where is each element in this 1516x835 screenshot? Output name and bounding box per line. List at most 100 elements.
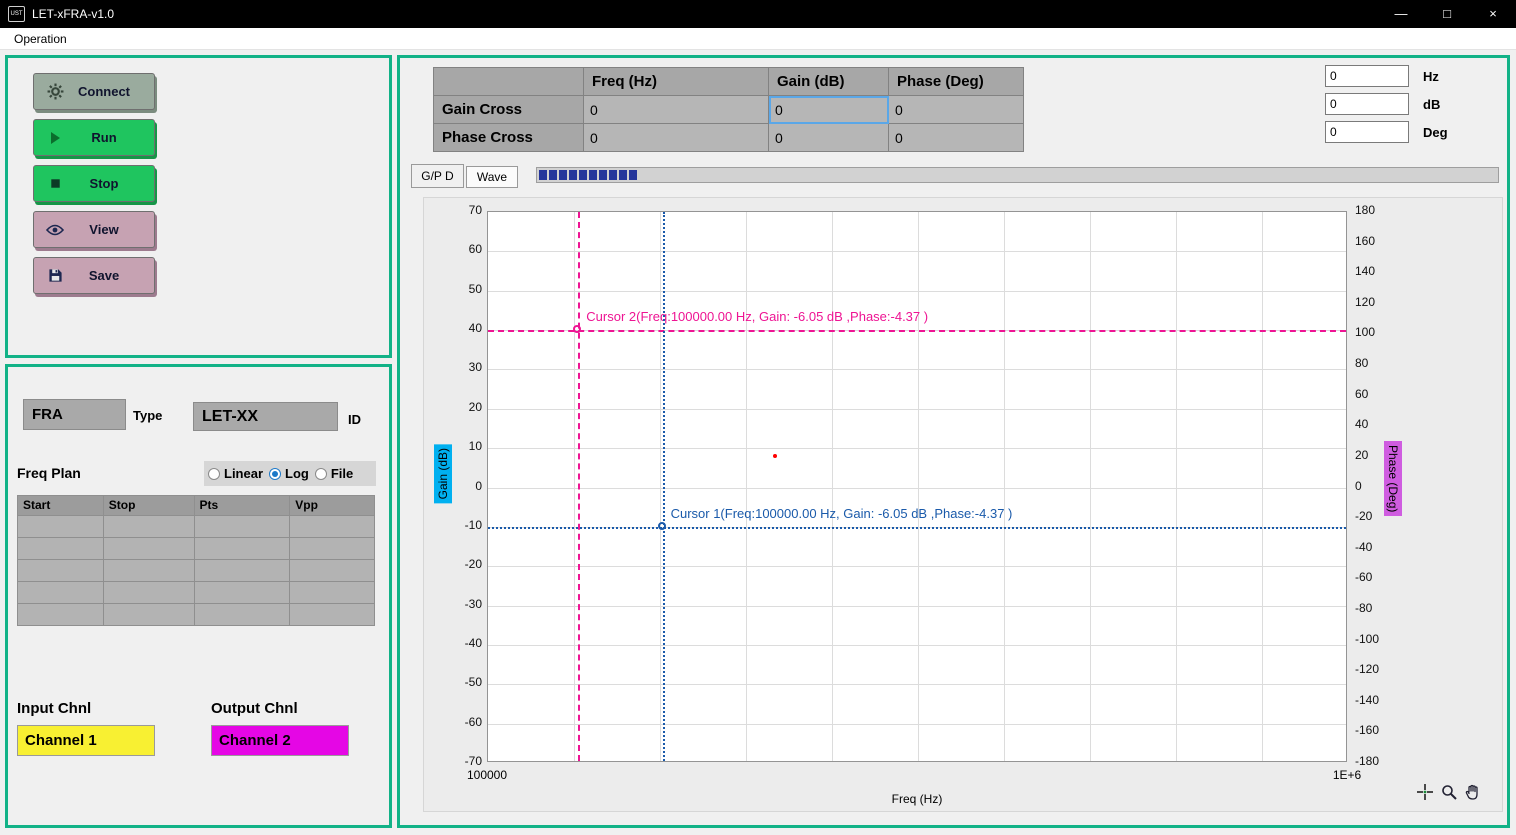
freq-plan-cell[interactable]	[195, 604, 291, 626]
plot-area[interactable]: Cursor 2(Freq:100000.00 Hz, Gain: -6.05 …	[487, 211, 1347, 762]
gridline-horizontal	[488, 684, 1346, 685]
minimize-button[interactable]: —	[1378, 0, 1424, 28]
freq-plan-table[interactable]: StartStopPtsVpp	[17, 495, 375, 626]
input-channel-selector[interactable]: Channel 1	[17, 725, 155, 756]
type-label: Type	[133, 408, 162, 423]
radio-file-label: File	[331, 466, 353, 481]
freq-plan-cell[interactable]	[195, 516, 291, 538]
run-button[interactable]: Run	[33, 119, 155, 156]
cursor-2-hline[interactable]	[488, 330, 1346, 332]
freq-plan-cell[interactable]	[195, 582, 291, 604]
freq-plan-cell[interactable]	[195, 560, 291, 582]
phase-tick-label: 60	[1355, 387, 1399, 401]
crosshair-tool-icon[interactable]	[1417, 784, 1433, 800]
maximize-button[interactable]: □	[1424, 0, 1470, 28]
cursor-2-vline[interactable]	[578, 212, 580, 761]
gain-tick-label: 10	[438, 439, 482, 453]
device-type-field[interactable]: FRA	[23, 399, 126, 430]
freq-plan-header-vpp: Vpp	[290, 496, 375, 516]
freq-plan-cell[interactable]	[290, 604, 375, 626]
view-label: View	[72, 222, 136, 237]
freq-mode-radios: Linear Log File	[204, 461, 376, 486]
freq-delta-input[interactable]: 0	[1325, 65, 1409, 87]
progress-segment	[609, 170, 617, 180]
phase-tick-label: 120	[1355, 295, 1399, 309]
freq-plan-cell[interactable]	[104, 538, 195, 560]
connect-label: Connect	[72, 84, 136, 99]
phase-cross-label: Phase Cross	[434, 124, 584, 152]
close-button[interactable]: ×	[1470, 0, 1516, 28]
progress-segment	[619, 170, 627, 180]
phase-cross-gain[interactable]: 0	[769, 124, 889, 152]
phase-cross-phase[interactable]: 0	[889, 124, 1024, 152]
phase-delta-unit: Deg	[1423, 125, 1448, 140]
gain-tick-label: 30	[438, 360, 482, 374]
gain-cross-phase[interactable]: 0	[889, 96, 1024, 124]
freq-plan-cell[interactable]	[18, 538, 104, 560]
freq-plan-cell[interactable]	[195, 538, 291, 560]
menu-bar: Operation	[0, 28, 1516, 50]
radio-linear[interactable]	[208, 468, 220, 480]
freq-plan-cell[interactable]	[104, 604, 195, 626]
freq-plan-cell[interactable]	[290, 516, 375, 538]
gain-cross-gain[interactable]: 0	[769, 96, 889, 124]
freq-plan-cell[interactable]	[18, 516, 104, 538]
phase-tick-label: -80	[1355, 601, 1399, 615]
freq-plan-cell[interactable]	[290, 560, 375, 582]
gridline-vertical	[746, 212, 747, 761]
freq-plan-cell[interactable]	[104, 516, 195, 538]
output-channel-selector[interactable]: Channel 2	[211, 725, 349, 756]
plot-panel: Freq (Hz) Gain (dB) Phase (Deg) Gain Cro…	[397, 55, 1510, 828]
gain-tick-label: -40	[438, 636, 482, 650]
cursor-1-marker[interactable]	[658, 522, 666, 530]
radio-file[interactable]	[315, 468, 327, 480]
freq-delta-label: Cur1/2 Freq Delta	[1500, 69, 1516, 84]
progress-bar	[536, 167, 1499, 183]
window-title: LET-xFRA-v1.0	[32, 7, 114, 21]
cross-table-header-freq: Freq (Hz)	[584, 68, 769, 96]
gain-tick-label: 0	[438, 479, 482, 493]
cross-table-header-row: Freq (Hz) Gain (dB) Phase (Deg)	[434, 68, 1024, 96]
cursor-1-hline[interactable]	[488, 527, 1346, 529]
gridline-vertical	[1090, 212, 1091, 761]
view-button[interactable]: View	[33, 211, 155, 248]
phase-delta-input[interactable]: 0	[1325, 121, 1409, 143]
save-button[interactable]: Save	[33, 257, 155, 294]
freq-plan-cell[interactable]	[290, 538, 375, 560]
freq-plan-cell[interactable]	[18, 560, 104, 582]
phase-tick-label: -60	[1355, 570, 1399, 584]
freq-plan-cell[interactable]	[290, 582, 375, 604]
freq-axis-title: Freq (Hz)	[857, 792, 977, 806]
gain-delta-input[interactable]: 0	[1325, 93, 1409, 115]
gridline-vertical	[574, 212, 575, 761]
gain-cross-freq[interactable]: 0	[584, 96, 769, 124]
input-chnl-label: Input Chnl	[17, 700, 91, 717]
pan-hand-tool-icon[interactable]	[1465, 784, 1481, 800]
connect-button[interactable]: Connect	[33, 73, 155, 110]
freq-plan-cell[interactable]	[104, 582, 195, 604]
freq-plan-row	[18, 582, 375, 604]
gridline-vertical	[1176, 212, 1177, 761]
gear-icon	[46, 83, 64, 101]
progress-segment	[629, 170, 637, 180]
tab-wave[interactable]: Wave	[466, 166, 518, 188]
progress-segment	[599, 170, 607, 180]
stop-button[interactable]: Stop	[33, 165, 155, 202]
cursor-1-vline[interactable]	[663, 212, 665, 761]
menu-operation[interactable]: Operation	[8, 31, 73, 47]
gridline-vertical	[832, 212, 833, 761]
phase-cross-freq[interactable]: 0	[584, 124, 769, 152]
zoom-tool-icon[interactable]	[1441, 784, 1457, 800]
xtick-max: 1E+6	[1317, 768, 1377, 782]
gain-tick-label: -30	[438, 597, 482, 611]
progress-segment	[569, 170, 577, 180]
freq-plan-cell[interactable]	[18, 582, 104, 604]
freq-plan-cell[interactable]	[18, 604, 104, 626]
play-icon	[46, 129, 64, 147]
freq-plan-cell[interactable]	[104, 560, 195, 582]
window-controls: — □ ×	[1378, 0, 1516, 28]
device-id-field[interactable]: LET-XX	[193, 402, 338, 431]
radio-log[interactable]	[269, 468, 281, 480]
bode-chart: Gain (dB) Phase (Deg) 706050403020100-10…	[423, 197, 1503, 812]
tab-gpd[interactable]: G/P D	[411, 164, 464, 188]
